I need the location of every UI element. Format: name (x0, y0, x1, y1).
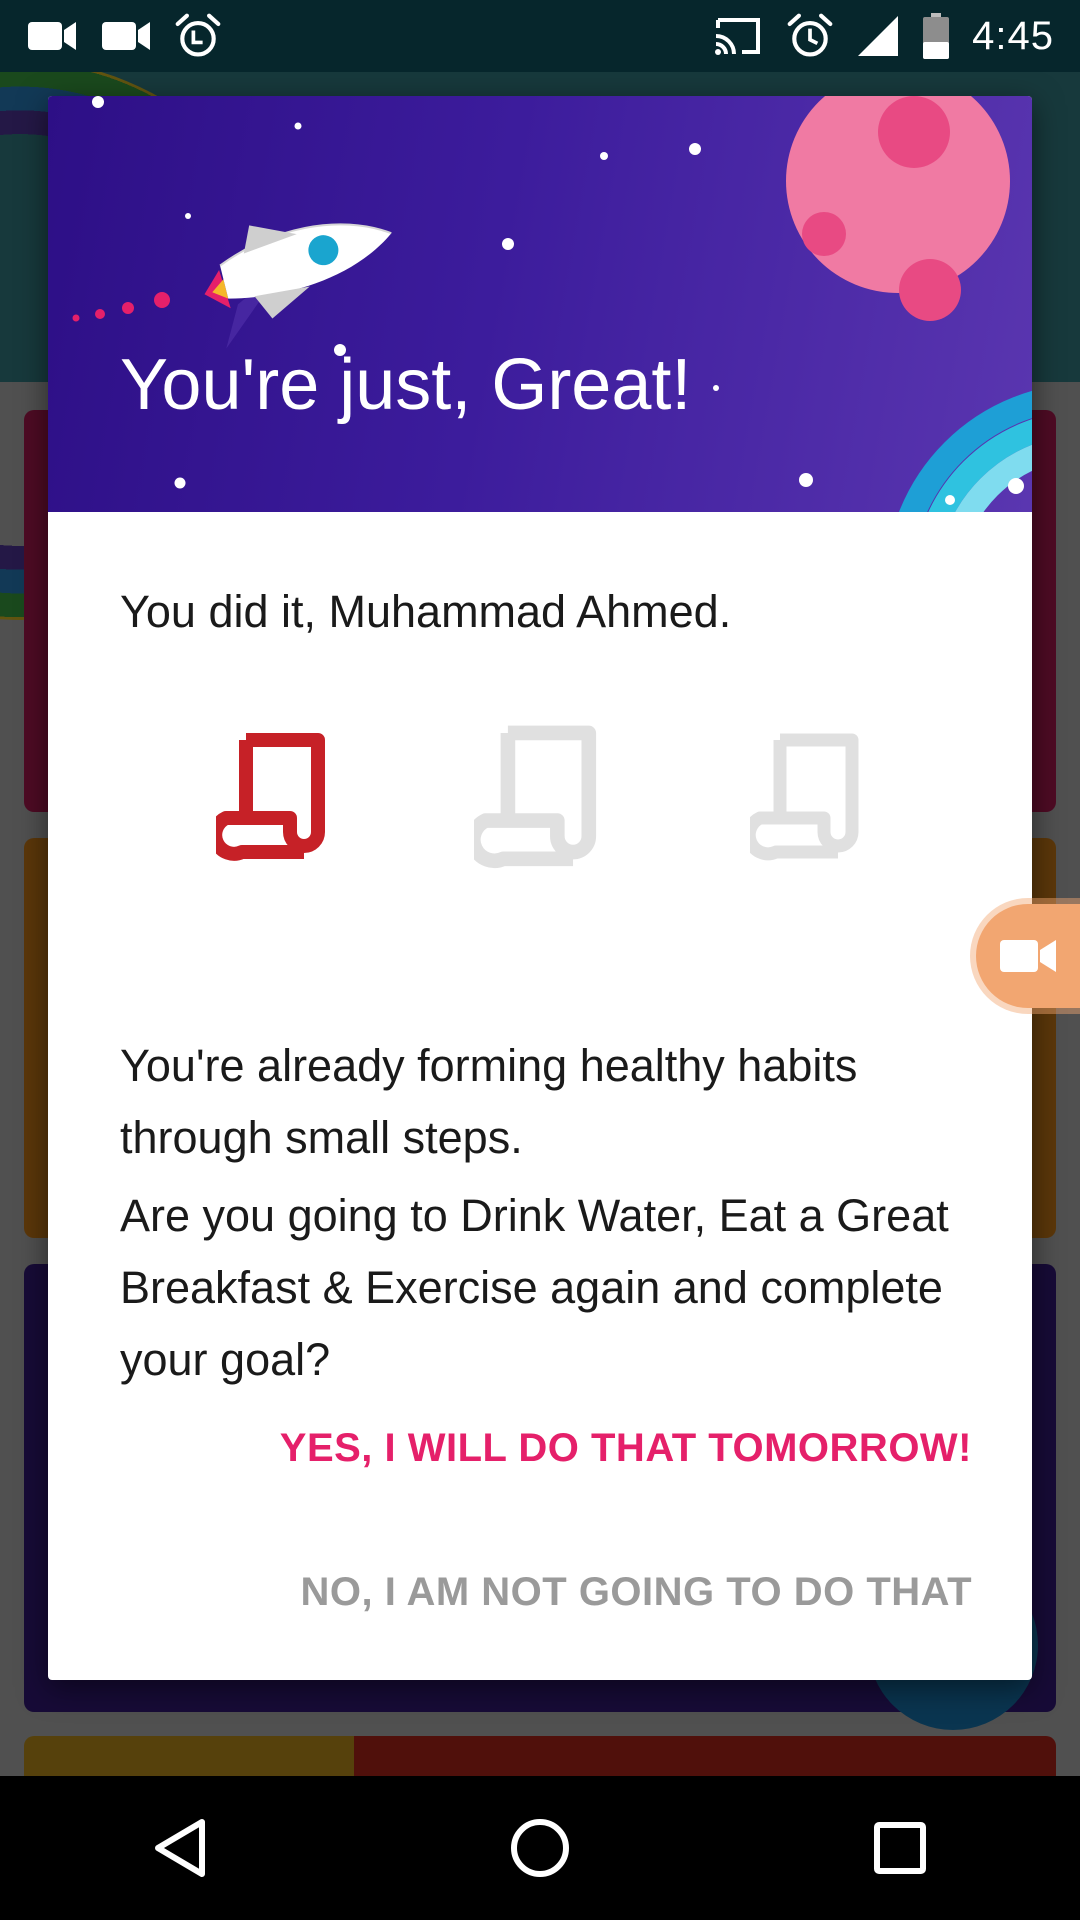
home-button[interactable] (480, 1788, 600, 1908)
recents-button[interactable] (840, 1788, 960, 1908)
rocket-trail-illustration (72, 292, 170, 322)
progress-scrolls (120, 724, 970, 874)
greeting-text: You did it, Muhammad Ahmed. (120, 586, 732, 637)
video-camera-icon (102, 22, 150, 50)
floating-video-bubble[interactable] (976, 904, 1080, 1008)
home-icon (511, 1819, 569, 1877)
navigation-bar (0, 1776, 1080, 1920)
recents-icon (874, 1822, 926, 1874)
no-button[interactable]: NO, I AM NOT GOING TO DO THAT (300, 1570, 972, 1615)
scroll-icon-pending (750, 733, 859, 861)
planet-illustration (786, 96, 1010, 321)
cast-icon (715, 18, 761, 55)
rainbow-arc-illustration (898, 390, 1032, 512)
status-bar: 4:45 (0, 0, 1080, 72)
cellular-signal-icon (858, 16, 899, 56)
back-icon (155, 1819, 205, 1877)
dialog-title: You're just, Great! (120, 345, 692, 425)
dialog-header-illustration: You're just, Great! (48, 96, 1032, 512)
battery-icon (923, 13, 950, 59)
scroll-icon-pending (474, 725, 597, 869)
video-camera-icon (1000, 940, 1056, 972)
congratulation-dialog: You're just, Great! You did it, Muhammad… (48, 96, 1032, 1680)
scroll-icon-completed (216, 733, 325, 861)
video-camera-icon (28, 22, 76, 50)
rocket-illustration (204, 223, 392, 349)
encouragement-text: You're already forming healthy habits th… (120, 1040, 858, 1163)
status-time: 4:45 (972, 13, 1054, 58)
alarm-icon (787, 13, 833, 57)
alarm-clock-icon (175, 13, 221, 57)
space-illustration (72, 96, 1032, 512)
goal-question-text: Are you going to Drink Water, Eat a Grea… (120, 1190, 949, 1385)
back-button[interactable] (120, 1788, 240, 1908)
yes-tomorrow-button[interactable]: YES, I WILL DO THAT TOMORROW! (280, 1426, 972, 1471)
